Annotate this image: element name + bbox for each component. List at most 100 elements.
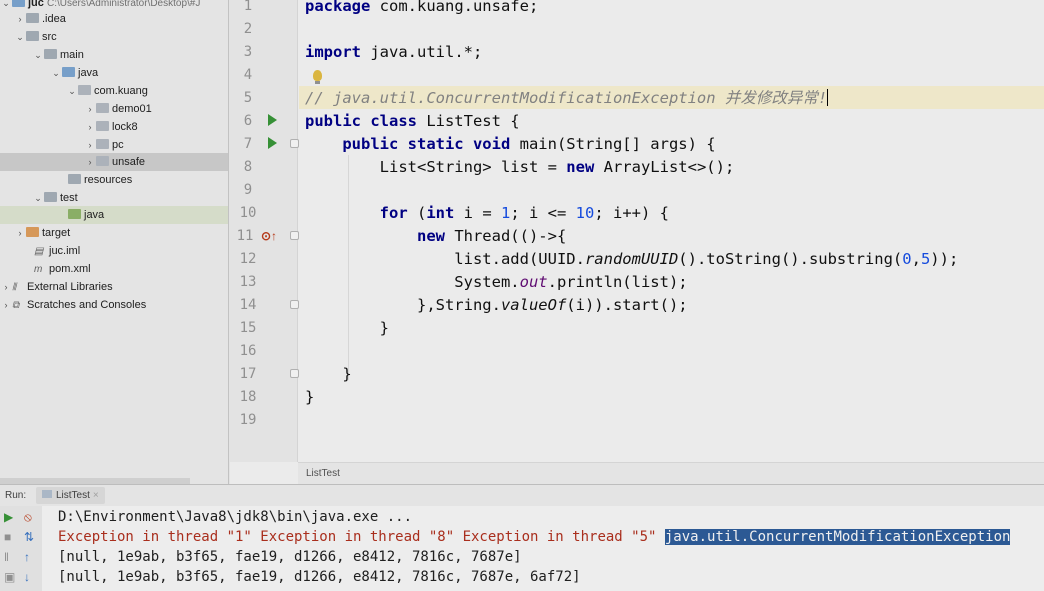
code-line-11[interactable]: new Thread(()->{ (305, 225, 566, 248)
folder-icon (44, 49, 57, 59)
dump-threads-icon[interactable]: ▣ (4, 570, 15, 584)
chevron-down-icon[interactable]: ⌄ (32, 189, 44, 207)
project-tree[interactable]: ⌄ juc C:\Users\Administrator\Desktop\#J ›… (0, 0, 229, 484)
text-caret (827, 89, 829, 106)
code-line-10[interactable]: for (int i = 1; i <= 10; i++) { (305, 202, 669, 225)
breadcrumb-item[interactable]: ListTest (306, 468, 340, 479)
code-line-6[interactable]: public class ListTest { (305, 110, 520, 133)
line-number: 5 (243, 90, 253, 106)
code-line-8[interactable]: List<String> list = new ArrayList<>(); (305, 156, 735, 179)
fold-toggle-icon[interactable] (290, 139, 299, 148)
editor-gutter[interactable]: 1 2 3 4 5 6 7 8 9 10 11 12 13 14 15 16 1… (230, 0, 299, 462)
tree-item-external-libraries[interactable]: › ⫴ External Libraries (0, 278, 228, 296)
code-line-7[interactable]: public static void main(String[] args) { (305, 133, 715, 156)
tree-item-main[interactable]: ⌄ main (0, 46, 228, 64)
code-line-17[interactable]: } (305, 363, 351, 386)
code-line-14[interactable]: },String.valueOf(i)).start(); (305, 294, 688, 317)
scroll-down-icon[interactable]: ↓ (24, 570, 30, 584)
chevron-right-icon[interactable]: › (0, 296, 12, 314)
code-line-12[interactable]: list.add(UUID.randomUUID().toString().su… (305, 248, 958, 271)
tree-item-test[interactable]: ⌄ test (0, 189, 228, 207)
console-line: [null, 1e9ab, b3f65, fae19, d1266, e8412… (58, 549, 522, 565)
line-number: 4 (243, 67, 253, 83)
stop-icon[interactable]: ■ (4, 530, 11, 544)
code-line-3[interactable]: import java.util.*; (305, 41, 482, 64)
override-marker-icon[interactable]: ⊙↑ (261, 225, 277, 248)
tree-item-demo01[interactable]: › demo01 (0, 100, 228, 118)
tree-item-pom-xml[interactable]: m pom.xml (0, 260, 228, 278)
folder-icon (26, 13, 39, 23)
source-folder-icon (62, 67, 75, 77)
sort-icon[interactable]: ⇅ (24, 530, 34, 544)
scroll-up-icon[interactable]: ↑ (24, 550, 30, 564)
line-number: 3 (243, 44, 253, 60)
run-tab-listtest[interactable]: ListTest × (36, 487, 105, 504)
run-header: Run: ListTest × (0, 485, 1044, 506)
console-output[interactable]: D:\Environment\Java8\jdk8\bin\java.exe .… (42, 506, 1044, 591)
fold-toggle-icon[interactable] (290, 369, 299, 378)
package-icon (96, 156, 109, 166)
tree-item-lock8[interactable]: › lock8 (0, 118, 228, 136)
intention-bulb-icon[interactable] (313, 70, 322, 84)
tree-item-unsafe[interactable]: › unsafe (0, 153, 228, 171)
chevron-right-icon[interactable]: › (14, 10, 26, 28)
chevron-right-icon[interactable]: › (84, 118, 96, 136)
tree-item-pc[interactable]: › pc (0, 136, 228, 154)
resources-folder-icon (68, 174, 81, 184)
line-number: 7 (243, 136, 253, 152)
tree-item-juc-iml[interactable]: ▤ juc.iml (0, 242, 228, 260)
run-tool-window[interactable]: Run: ListTest × ▶ ⦸ ■ ⇅ ‖ ↑ ▣ ↓ D:\Enviro… (0, 484, 1044, 591)
code-line-13[interactable]: System.out.println(list); (305, 271, 687, 294)
chevron-down-icon[interactable]: ⌄ (14, 28, 26, 46)
line-number: 10 (239, 205, 257, 221)
line-number: 17 (239, 366, 257, 382)
line-number: 12 (239, 251, 257, 267)
chevron-right-icon[interactable]: › (14, 224, 26, 242)
code-line-15[interactable]: } (305, 317, 389, 340)
editor-breadcrumb[interactable]: ListTest (298, 462, 1044, 484)
rerun-icon[interactable]: ▶ (4, 510, 13, 524)
package-icon (96, 139, 109, 149)
package-icon (96, 103, 109, 113)
run-main-icon[interactable] (268, 137, 277, 149)
tree-item-src[interactable]: ⌄ src (0, 28, 228, 46)
line-number: 8 (243, 159, 253, 175)
tree-item-resources[interactable]: resources (0, 171, 228, 189)
fold-toggle-icon[interactable] (290, 300, 299, 309)
folder-icon (44, 192, 57, 202)
line-number: 6 (243, 113, 253, 129)
line-number: 14 (239, 297, 257, 313)
line-number: 18 (239, 389, 257, 405)
line-number: 2 (243, 21, 253, 37)
chevron-down-icon[interactable]: ⌄ (66, 82, 78, 100)
chevron-right-icon[interactable]: › (84, 100, 96, 118)
console-line: [null, 1e9ab, b3f65, fae19, d1266, e8412… (58, 569, 581, 585)
tree-item-scratches[interactable]: › ⧉ Scratches and Consoles (0, 296, 228, 314)
run-class-icon[interactable] (268, 114, 277, 126)
close-icon[interactable]: × (93, 490, 99, 501)
code-line-5[interactable]: // java.util.ConcurrentModificationExcep… (305, 87, 829, 110)
tree-item-test-java[interactable]: java (0, 206, 228, 224)
tree-item-target[interactable]: › target (0, 224, 228, 242)
chevron-right-icon[interactable]: › (0, 278, 12, 296)
line-number: 19 (239, 412, 257, 428)
chevron-right-icon[interactable]: › (84, 153, 96, 171)
pause-icon[interactable]: ‖ (4, 550, 9, 564)
excluded-folder-icon (26, 227, 39, 237)
tree-item-idea[interactable]: › .idea (0, 10, 228, 28)
maven-file-icon: m (34, 264, 43, 275)
chevron-down-icon[interactable]: ⌄ (50, 64, 62, 82)
line-number: 11 (236, 228, 254, 244)
tree-item-com-kuang[interactable]: ⌄ com.kuang (0, 82, 228, 100)
stop-edit-icon[interactable]: ⦸ (24, 510, 32, 524)
tree-item-main-java[interactable]: ⌄ java (0, 64, 228, 82)
code-editor[interactable]: 1 2 3 4 5 6 7 8 9 10 11 12 13 14 15 16 1… (230, 0, 1044, 484)
chevron-right-icon[interactable]: › (84, 136, 96, 154)
folder-icon (26, 31, 39, 41)
selected-text[interactable]: java.util.ConcurrentModificationExceptio… (664, 529, 1011, 545)
fold-toggle-icon[interactable] (290, 231, 299, 240)
chevron-down-icon[interactable]: ⌄ (32, 46, 44, 64)
code-line-18[interactable]: } (305, 386, 314, 409)
code-line-1[interactable]: package com.kuang.unsafe; (305, 0, 538, 18)
tab-file-icon (42, 490, 52, 498)
